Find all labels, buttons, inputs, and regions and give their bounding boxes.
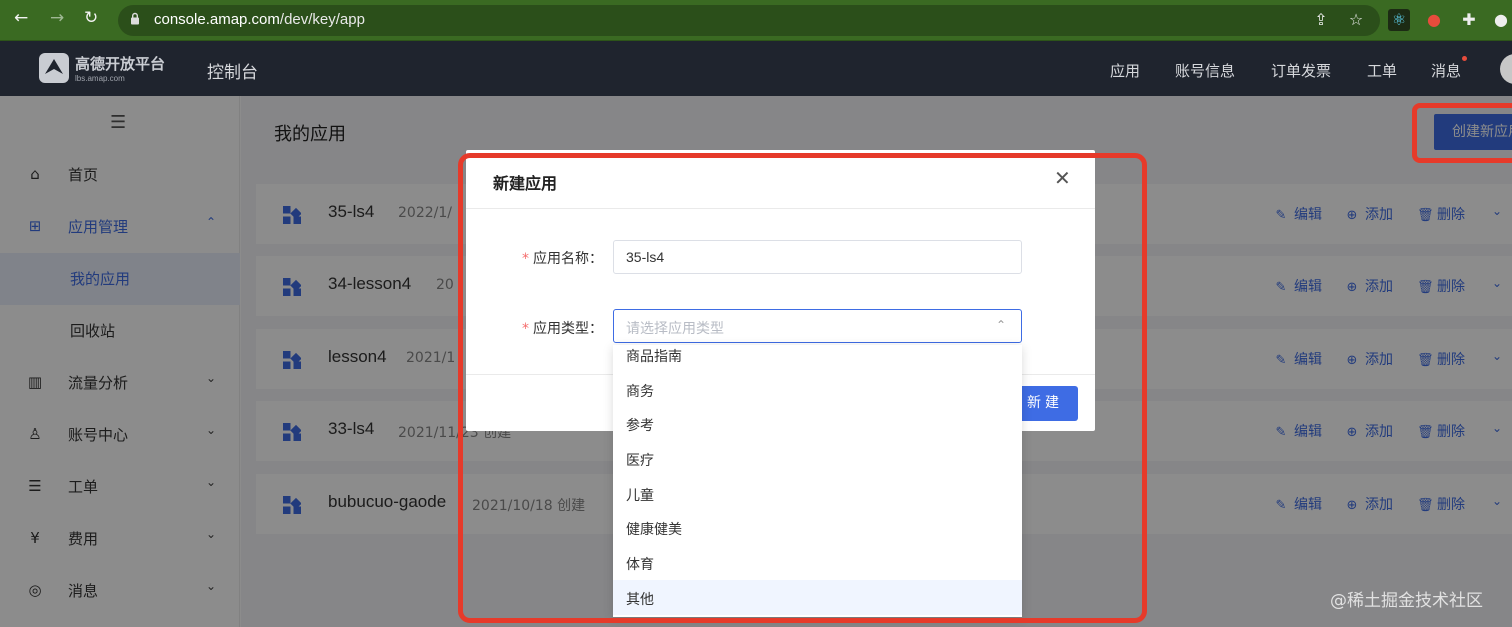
logo-sub: lbs.amap.com: [75, 74, 125, 83]
back-icon[interactable]: ←: [14, 8, 28, 28]
reload-icon[interactable]: ↻: [84, 8, 98, 28]
browser-toolbar: ← → ↻ console.amap.com/dev/key/app ⇪ ☆ ⚛…: [0, 0, 1512, 41]
annotation-box-dialog: [458, 153, 1147, 623]
nav-messages[interactable]: 消息: [1431, 60, 1461, 81]
extension-red-icon[interactable]: ●: [1423, 9, 1445, 31]
star-icon[interactable]: ☆: [1345, 9, 1367, 31]
logo-mark-icon: [39, 53, 69, 83]
lock-icon: [131, 12, 139, 25]
nav-tickets[interactable]: 工单: [1367, 60, 1397, 81]
amap-logo[interactable]: 高德开放平台 lbs.amap.com: [38, 50, 178, 88]
avatar[interactable]: [1500, 54, 1512, 84]
message-badge: [1462, 56, 1467, 61]
url-text: console.amap.com/dev/key/app: [154, 11, 365, 28]
top-navbar: 高德开放平台 lbs.amap.com 控制台 应用 账号信息 订单发票 工单 …: [0, 41, 1512, 96]
nav-orders-invoices[interactable]: 订单发票: [1271, 60, 1331, 81]
address-bar[interactable]: console.amap.com/dev/key/app: [118, 5, 1380, 36]
forward-icon[interactable]: →: [50, 8, 64, 28]
logo-name: 高德开放平台: [75, 55, 166, 73]
share-icon[interactable]: ⇪: [1310, 9, 1332, 31]
watermark: @稀土掘金技术社区: [1330, 591, 1483, 611]
annotation-box-create-button: [1412, 103, 1512, 163]
nav-account-info[interactable]: 账号信息: [1175, 60, 1235, 81]
nav-apps[interactable]: 应用: [1110, 60, 1140, 81]
react-devtools-icon[interactable]: ⚛: [1388, 9, 1410, 31]
console-title[interactable]: 控制台: [207, 58, 258, 83]
puzzle-icon[interactable]: ✚: [1458, 9, 1480, 31]
profile-icon[interactable]: ●: [1490, 9, 1512, 31]
